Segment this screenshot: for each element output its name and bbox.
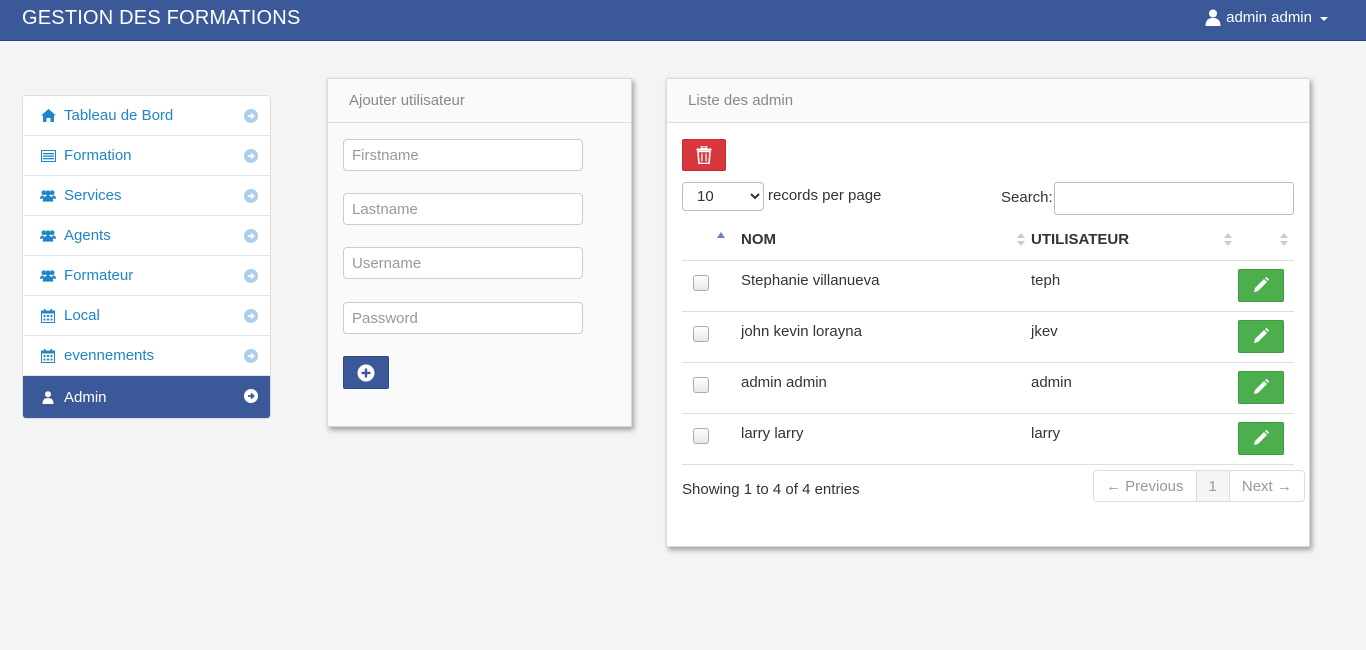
edit-button[interactable]: [1238, 370, 1284, 404]
user-icon: [40, 389, 56, 405]
admin-list-panel-title: Liste des admin: [667, 79, 1309, 123]
sidebar-item-label: Admin: [64, 388, 107, 406]
column-header-nom[interactable]: NOM: [741, 220, 1031, 261]
arrow-circle-right-icon: [244, 269, 258, 283]
sidebar-item-label: Formateur: [64, 267, 134, 284]
sidebar-item-formateur[interactable]: Formateur: [23, 256, 270, 296]
table-row: admin admin admin: [682, 362, 1294, 414]
firstname-input[interactable]: [343, 139, 583, 171]
table-row: john kevin lorayna jkev: [682, 311, 1294, 363]
arrow-circle-right-icon: [244, 309, 258, 323]
sort-icon: [1017, 233, 1025, 246]
pagination: ← Previous 1 Next →: [1093, 470, 1305, 502]
table-info: Showing 1 to 4 of 4 entries: [682, 481, 860, 498]
sidebar-item-label: Agents: [64, 227, 111, 244]
row-checkbox[interactable]: [693, 376, 709, 393]
cell-nom: admin admin: [741, 373, 827, 391]
arrow-circle-right-icon: [244, 189, 258, 203]
row-checkbox[interactable]: [693, 274, 709, 291]
caret-down-icon: [1320, 16, 1328, 21]
sort-icon: [1280, 233, 1288, 246]
actions-column-header[interactable]: [1238, 220, 1294, 261]
arrow-circle-right-icon: [244, 149, 258, 163]
column-header-utilisateur[interactable]: UTILISATEUR: [1031, 220, 1238, 261]
sort-asc-icon: [717, 232, 725, 238]
edit-button[interactable]: [1238, 421, 1284, 455]
sidebar-item-admin[interactable]: Admin: [23, 376, 270, 418]
sidebar-item-label: Formation: [64, 147, 132, 164]
users-icon: [40, 268, 56, 284]
table-header-row: NOM UTILISATEUR: [682, 220, 1294, 261]
user-name: admin admin: [1226, 9, 1312, 26]
plus-circle-icon: [357, 364, 375, 381]
sidebar-item-tableau-de-bord[interactable]: Tableau de Bord: [23, 96, 270, 136]
cell-utilisateur: jkev: [1031, 322, 1058, 340]
users-icon: [40, 188, 56, 204]
pencil-icon: [1254, 430, 1269, 445]
search-input[interactable]: [1054, 182, 1294, 215]
sidebar-item-services[interactable]: Services: [23, 176, 270, 216]
admin-table: NOM UTILISATEUR Stephanie villanueva tep…: [682, 220, 1294, 465]
list-icon: [40, 148, 56, 164]
cell-nom: john kevin lorayna: [741, 322, 862, 340]
cell-nom: Stephanie villanueva: [741, 271, 880, 289]
search-label: Search:: [1001, 189, 1053, 206]
sidebar-item-label: Local: [64, 307, 100, 324]
app-title[interactable]: GESTION DES FORMATIONS: [22, 7, 301, 30]
add-user-button[interactable]: [343, 356, 389, 389]
admin-list-panel: Liste des admin 10 records per page Sear…: [666, 78, 1310, 547]
home-icon: [40, 108, 56, 124]
arrow-circle-right-icon: [244, 349, 258, 363]
sidebar-item-label: Tableau de Bord: [64, 107, 174, 124]
pencil-icon: [1254, 328, 1269, 343]
next-page-button[interactable]: Next →: [1228, 471, 1304, 501]
delete-button[interactable]: [682, 139, 726, 171]
pencil-icon: [1254, 277, 1269, 292]
sidebar-item-label: Services: [64, 187, 122, 204]
password-input[interactable]: [343, 302, 583, 334]
page-1-button[interactable]: 1: [1195, 471, 1229, 501]
lastname-input[interactable]: [343, 193, 583, 225]
cell-nom: larry larry: [741, 424, 804, 442]
row-checkbox[interactable]: [693, 427, 709, 444]
calendar-icon: [40, 308, 56, 324]
select-column-header[interactable]: [682, 220, 741, 261]
sort-icon: [1224, 233, 1232, 246]
sidebar-item-label: evennements: [64, 347, 155, 364]
row-checkbox[interactable]: [693, 325, 709, 342]
cell-utilisateur: admin: [1031, 373, 1072, 391]
add-user-panel: Ajouter utilisateur: [327, 78, 632, 427]
table-row: Stephanie villanueva teph: [682, 260, 1294, 312]
table-row: larry larry larry: [682, 413, 1294, 465]
trash-icon: [696, 146, 712, 164]
records-per-page-label: records per page: [768, 187, 882, 204]
previous-page-button[interactable]: ← Previous: [1094, 471, 1196, 501]
arrow-circle-right-icon: [244, 229, 258, 243]
sidebar-item-local[interactable]: Local: [23, 296, 270, 336]
user-icon: [1205, 9, 1221, 26]
users-icon: [40, 228, 56, 244]
pencil-icon: [1254, 379, 1269, 394]
sidebar-item-agents[interactable]: Agents: [23, 216, 270, 256]
sidebar-item-evennements[interactable]: evennements: [23, 336, 270, 376]
top-navbar: GESTION DES FORMATIONS admin admin: [0, 0, 1366, 41]
edit-button[interactable]: [1238, 268, 1284, 302]
cell-utilisateur: larry: [1031, 424, 1061, 442]
sidebar-menu: Tableau de Bord Formation Services Agent…: [22, 95, 271, 419]
cell-utilisateur: teph: [1031, 271, 1061, 289]
username-input[interactable]: [343, 247, 583, 279]
add-user-panel-title: Ajouter utilisateur: [328, 79, 631, 123]
sidebar-item-formation[interactable]: Formation: [23, 136, 270, 176]
user-menu[interactable]: admin admin: [1205, 9, 1328, 26]
arrow-circle-right-icon: [244, 389, 258, 403]
edit-button[interactable]: [1238, 319, 1284, 353]
calendar-icon: [40, 348, 56, 364]
arrow-circle-right-icon: [244, 109, 258, 123]
records-per-page-select[interactable]: 10: [682, 182, 764, 211]
